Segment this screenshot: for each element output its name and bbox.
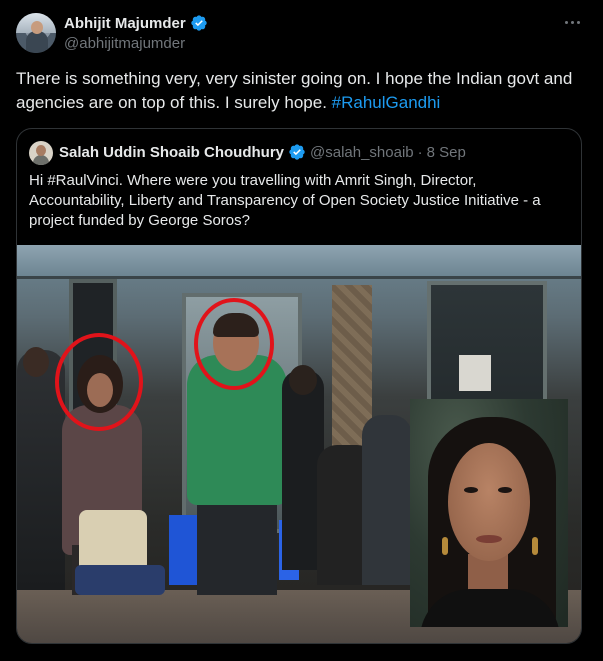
author-avatar[interactable] xyxy=(16,13,56,53)
highlight-circle-woman xyxy=(55,333,143,431)
author-display-name[interactable]: Abhijit Majumder xyxy=(64,15,186,32)
hashtag-link[interactable]: #RahulGandhi xyxy=(332,93,441,112)
quoted-display-name[interactable]: Salah Uddin Shoaib Choudhury xyxy=(59,144,284,161)
quoted-photo[interactable] xyxy=(17,245,581,643)
author-name-row: Abhijit Majumder xyxy=(64,14,208,32)
tweet-text: There is something very, very sinister g… xyxy=(16,67,591,115)
verified-badge-icon xyxy=(190,15,207,31)
tweet: Abhijit Majumder @abhijitmajumder There … xyxy=(0,0,603,661)
quoted-handle[interactable]: @salah_shoaib xyxy=(310,144,414,161)
tweet-body: There is something very, very sinister g… xyxy=(16,69,573,112)
more-options-icon[interactable] xyxy=(560,12,584,32)
verified-badge-icon xyxy=(289,144,305,160)
quoted-date[interactable]: 8 Sep xyxy=(427,144,466,161)
quoted-header: Salah Uddin Shoaib Choudhury @salah_shoa… xyxy=(59,143,466,161)
quoted-author-avatar[interactable] xyxy=(29,141,53,165)
separator-dot: · xyxy=(417,143,423,161)
author-handle[interactable]: @abhijitmajumder xyxy=(64,35,185,52)
quoted-text: Hi #RaulVinci. Where were you travelling… xyxy=(29,172,541,229)
inset-portrait xyxy=(410,399,568,627)
highlight-circle-man xyxy=(194,298,274,390)
quoted-tweet[interactable]: Salah Uddin Shoaib Choudhury @salah_shoa… xyxy=(16,128,582,644)
